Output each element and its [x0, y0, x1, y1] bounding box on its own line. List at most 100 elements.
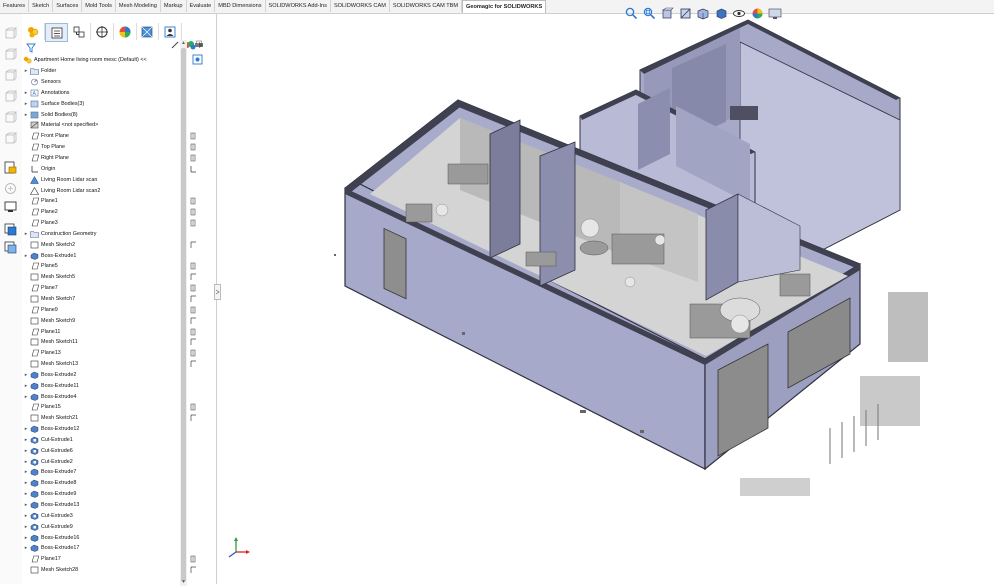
expand-arrow-icon[interactable]: ▸ — [22, 101, 30, 107]
tab-solidworks-add-ins[interactable]: SOLIDWORKS Add-Ins — [266, 0, 331, 12]
expand-arrow-icon[interactable]: ▸ — [22, 437, 30, 443]
cube-wireframe-icon[interactable] — [3, 26, 18, 41]
tree-item-plane15[interactable]: Plane15 — [22, 402, 170, 413]
tree-item-plane13[interactable]: Plane13 — [22, 348, 170, 359]
tree-item-plane2[interactable]: Plane2 — [22, 207, 170, 218]
expand-arrow-icon[interactable]: ▸ — [22, 524, 30, 530]
expand-arrow-icon[interactable]: ▸ — [22, 231, 30, 237]
file-explorer-icon[interactable] — [3, 160, 18, 175]
tree-item-annotations[interactable]: ▸ A Annotations — [22, 88, 170, 99]
tab-surfaces[interactable]: Surfaces — [53, 0, 83, 12]
tree-item-solid-bodies-8[interactable]: ▸ Solid Bodies(8) — [22, 109, 170, 120]
tree-item-plane5[interactable]: Plane5 — [22, 261, 170, 272]
expand-arrow-icon[interactable]: ▸ — [22, 383, 30, 389]
expand-arrow-icon[interactable]: ▸ — [22, 426, 30, 432]
scroll-thumb[interactable] — [181, 48, 186, 582]
expand-arrow-icon[interactable]: ▸ — [22, 469, 30, 475]
expand-arrow-icon[interactable]: ▸ — [22, 459, 30, 465]
tree-item-mesh-sketch9[interactable]: Mesh Sketch9 — [22, 315, 170, 326]
expand-arrow-icon[interactable]: ▸ — [22, 372, 30, 378]
tree-item-plane11[interactable]: Plane11 — [22, 326, 170, 337]
tree-item-front-plane[interactable]: Front Plane — [22, 131, 170, 142]
cube-wireframe-icon[interactable] — [3, 68, 18, 83]
tab-geomagic-for-solidworks[interactable]: Geomagic for SOLIDWORKS — [462, 0, 547, 13]
tree-item-top-plane[interactable]: Top Plane — [22, 142, 170, 153]
tree-item-boss-extrude12[interactable]: ▸ Boss-Extrude12 — [22, 424, 170, 435]
tree-item-boss-extrude8[interactable]: ▸ Boss-Extrude8 — [22, 478, 170, 489]
tree-item-right-plane[interactable]: Right Plane — [22, 153, 170, 164]
tree-item-living-room-lidar-scan2[interactable]: Living Room Lidar scan2 — [22, 185, 170, 196]
design-library-icon[interactable] — [3, 181, 18, 196]
tree-item-mesh-sketch7[interactable]: Mesh Sketch7 — [22, 294, 170, 305]
graphics-area[interactable] — [220, 14, 994, 584]
tree-item-boss-extrude2[interactable]: ▸ Boss-Extrude2 — [22, 369, 170, 380]
tree-item-plane9[interactable]: Plane9 — [22, 304, 170, 315]
appearances-icon[interactable] — [3, 222, 18, 237]
edit-icon[interactable] — [170, 40, 180, 50]
expand-arrow-icon[interactable] — [197, 40, 205, 50]
tree-item-mesh-sketch2[interactable]: Mesh Sketch2 — [22, 239, 170, 250]
tree-item-mesh-sketch5[interactable]: Mesh Sketch5 — [22, 272, 170, 283]
expand-arrow-icon[interactable]: ▸ — [22, 545, 30, 551]
tree-scrollbar[interactable]: ▲ ▼ — [180, 40, 187, 586]
tree-item-plane1[interactable]: Plane1 — [22, 196, 170, 207]
expand-arrow-icon[interactable]: ▸ — [22, 513, 30, 519]
display-manager-tab[interactable] — [114, 23, 137, 40]
tree-item-living-room-lidar-scan[interactable]: Living Room Lidar scan — [22, 174, 170, 185]
expand-arrow-icon[interactable]: ▸ — [22, 535, 30, 541]
tree-item-boss-extrude9[interactable]: ▸ Boss-Extrude9 — [22, 489, 170, 500]
tree-item-boss-extrude7[interactable]: ▸ Boss-Extrude7 — [22, 467, 170, 478]
cube-wireframe-icon[interactable] — [3, 110, 18, 125]
tree-root[interactable]: Apartment Home living room mesc (Default… — [22, 55, 170, 66]
tree-item-mesh-sketch11[interactable]: Mesh Sketch11 — [22, 337, 170, 348]
property-manager-tab[interactable] — [44, 23, 69, 42]
tree-item-mesh-sketch28[interactable]: Mesh Sketch28 — [22, 565, 170, 576]
expand-arrow-icon[interactable]: ▸ — [22, 68, 30, 74]
cube-wireframe-icon[interactable] — [3, 131, 18, 146]
tree-item-construction-geometry[interactable]: ▸ Construction Geometry — [22, 229, 170, 240]
tree-item-boss-extrude13[interactable]: ▸ Boss-Extrude13 — [22, 500, 170, 511]
mesh-manager-tab[interactable] — [137, 23, 160, 40]
expand-arrow-icon[interactable]: ▸ — [22, 112, 30, 118]
tab-markup[interactable]: Markup — [161, 0, 187, 12]
configuration-manager-tab[interactable] — [68, 23, 92, 40]
tree-item-mesh-sketch21[interactable]: Mesh Sketch21 — [22, 413, 170, 424]
tree-item-cut-extrude3[interactable]: ▸ Cut-Extrude3 — [22, 510, 170, 521]
dimxpert-manager-tab[interactable] — [91, 23, 114, 40]
tree-item-surface-bodies-3[interactable]: ▸ Surface Bodies(3) — [22, 98, 170, 109]
tree-item-plane3[interactable]: Plane3 — [22, 218, 170, 229]
tree-item-plane17[interactable]: Plane17 — [22, 554, 170, 565]
tab-mold-tools[interactable]: Mold Tools — [82, 0, 116, 12]
tree-item-sensors[interactable]: Sensors — [22, 77, 170, 88]
tree-item-cut-extrude1[interactable]: ▸ Cut-Extrude1 — [22, 435, 170, 446]
filter-icon[interactable] — [26, 43, 36, 53]
tree-item-folder[interactable]: ▸ Folder — [22, 66, 170, 77]
tab-sketch[interactable]: Sketch — [29, 0, 54, 12]
tree-item-plane7[interactable]: Plane7 — [22, 283, 170, 294]
tree-item-mesh-sketch13[interactable]: Mesh Sketch13 — [22, 359, 170, 370]
scroll-up-arrow-icon[interactable]: ▲ — [180, 40, 187, 47]
tab-mbd-dimensions[interactable]: MBD Dimensions — [215, 0, 266, 12]
expand-arrow-icon[interactable]: ▸ — [22, 491, 30, 497]
expand-arrow-icon[interactable]: ▸ — [22, 253, 30, 259]
tree-item-material-not-specified[interactable]: Material <not specified> — [22, 120, 170, 131]
tree-item-cut-extrude6[interactable]: ▸ Cut-Extrude6 — [22, 445, 170, 456]
cube-wireframe-icon[interactable] — [3, 89, 18, 104]
tree-item-cut-extrude2[interactable]: ▸ Cut-Extrude2 — [22, 456, 170, 467]
expand-arrow-icon[interactable]: ▸ — [22, 394, 30, 400]
tab-solidworks-cam-tbm[interactable]: SOLIDWORKS CAM TBM — [390, 0, 463, 12]
view-palette-icon[interactable] — [3, 199, 18, 214]
expand-arrow-icon[interactable]: ▸ — [22, 448, 30, 454]
expand-arrow-icon[interactable]: ▸ — [22, 90, 30, 96]
expand-arrow-icon[interactable]: ▸ — [22, 480, 30, 486]
tab-mesh-modeling[interactable]: Mesh Modeling — [116, 0, 161, 12]
tree-item-boss-extrude17[interactable]: ▸ Boss-Extrude17 — [22, 543, 170, 554]
tree-item-cut-extrude9[interactable]: ▸ Cut-Extrude9 — [22, 521, 170, 532]
tree-item-boss-extrude16[interactable]: ▸ Boss-Extrude16 — [22, 532, 170, 543]
tree-item-boss-extrude1[interactable]: ▸ Boss-Extrude1 — [22, 250, 170, 261]
tab-evaluate[interactable]: Evaluate — [187, 0, 216, 12]
tab-features[interactable]: Features — [0, 0, 30, 12]
feature-manager-tab[interactable] — [22, 23, 45, 40]
tab-solidworks-cam[interactable]: SOLIDWORKS CAM — [331, 0, 390, 12]
extra-manager-tab[interactable] — [159, 23, 183, 40]
